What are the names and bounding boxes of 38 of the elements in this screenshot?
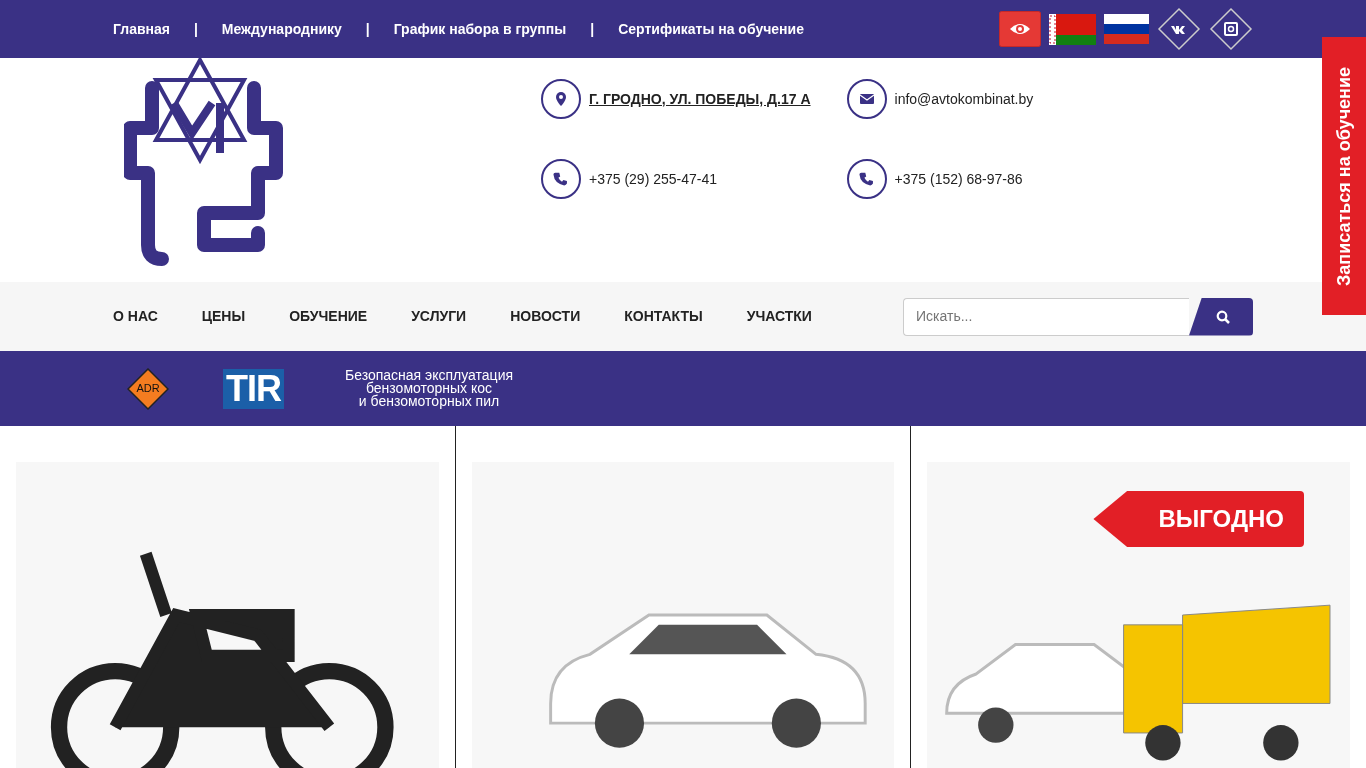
eye-icon[interactable] (999, 11, 1041, 47)
search-field[interactable]: Искать... (903, 297, 1189, 336)
russia-flag-icon[interactable] (1104, 14, 1149, 44)
separator: | (590, 19, 595, 39)
top-nav-link[interactable]: Сертификаты на обучение (618, 18, 804, 40)
vk-icon[interactable] (1157, 7, 1201, 51)
menu-item[interactable]: НОВОСТИ (510, 306, 581, 327)
menu-item[interactable]: КОНТАКТЫ (624, 306, 703, 327)
tir-logo[interactable]: TIR (223, 368, 284, 409)
envelope-icon (846, 79, 887, 119)
separator: | (365, 19, 370, 39)
phone-icon (846, 159, 887, 199)
menu-item[interactable]: УСЛУГИ (411, 306, 467, 327)
signup-tab[interactable]: Записаться на обучение (1322, 37, 1366, 315)
phone-number: +375 (29) 255-47-41 (589, 169, 718, 189)
top-nav-link[interactable]: Международнику (221, 18, 342, 40)
promo-badge: ВЫГОДНО (1093, 491, 1304, 547)
search-icon (1216, 309, 1230, 324)
instagram-icon[interactable] (1209, 7, 1253, 51)
map-pin-icon (541, 79, 581, 119)
adr-sign[interactable]: ADR (127, 367, 169, 410)
email-text: info@avtokombinat.by (894, 89, 1034, 109)
menu-item[interactable]: УЧАСТКИ (746, 306, 812, 327)
photo-placeholder[interactable] (927, 462, 1350, 768)
photo-placeholder[interactable] (471, 462, 895, 768)
photo-placeholder[interactable] (16, 462, 439, 768)
search-button[interactable] (1189, 297, 1253, 336)
top-nav-link[interactable]: График набора в группы (393, 18, 567, 40)
belarus-flag-icon[interactable] (1049, 13, 1096, 45)
phone-icon (541, 159, 581, 199)
course-link[interactable]: Безопасная эксплуатация бензомоторных кос и бензомоторных пил (345, 369, 514, 408)
separator: | (193, 19, 198, 39)
top-nav-link[interactable]: Главная (113, 18, 170, 40)
phone-number: +375 (152) 68-97-86 (894, 169, 1023, 189)
address-link[interactable]: Г. ГРОДНО, УЛ. ПОБЕДЫ, Д.17 А (589, 88, 811, 110)
menu-item[interactable]: ОБУЧЕНИЕ (289, 306, 368, 327)
menu-item[interactable]: О НАС (113, 306, 158, 327)
menu-item[interactable]: ЦЕНЫ (201, 306, 246, 327)
